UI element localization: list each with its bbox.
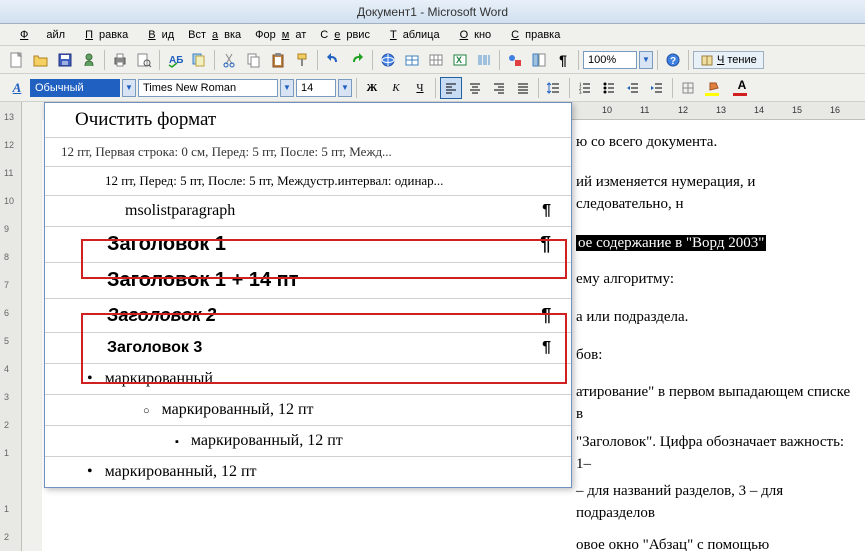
decrease-indent-icon[interactable] [622, 77, 644, 99]
bold-button[interactable]: Ж [361, 77, 383, 99]
styles-task-icon[interactable]: A [6, 77, 28, 99]
insert-table-icon[interactable] [425, 49, 447, 71]
doc-text: бов: [576, 345, 851, 367]
style-bulleted-12pt-sq[interactable]: маркированный, 12 пт [45, 426, 571, 457]
doc-map-icon[interactable] [528, 49, 550, 71]
copy-icon[interactable] [243, 49, 265, 71]
font-combo[interactable]: Times New Roman [138, 79, 278, 97]
undo-icon[interactable] [322, 49, 344, 71]
align-right-icon[interactable] [488, 77, 510, 99]
show-marks-icon[interactable]: ¶ [552, 49, 574, 71]
pilcrow-icon: ¶ [542, 202, 551, 220]
format-painter-icon[interactable] [291, 49, 313, 71]
svg-text:?: ? [670, 56, 676, 67]
numbering-icon[interactable]: 123 [574, 77, 596, 99]
underline-button[interactable]: Ч [409, 77, 431, 99]
style-item[interactable]: 12 пт, Первая строка: 0 см, Перед: 5 пт,… [45, 138, 571, 167]
menu-table[interactable]: Таблица [378, 27, 446, 43]
pilcrow-icon: ¶ [541, 305, 551, 326]
zoom-dropdown-icon[interactable]: ▼ [639, 51, 653, 69]
new-doc-icon[interactable] [6, 49, 28, 71]
open-icon[interactable] [30, 49, 52, 71]
doc-text: а или подраздела. [576, 307, 851, 329]
doc-text: овое окно "Абзац" с помощью контекстного… [576, 535, 851, 551]
menu-insert[interactable]: Вставка [182, 27, 247, 43]
style-bulleted-12pt[interactable]: маркированный, 12 пт [45, 395, 571, 426]
highlight-color-icon[interactable] [701, 77, 727, 99]
redo-icon[interactable] [346, 49, 368, 71]
standard-toolbar: AБ X ¶ 100% ▼ ? Чтение [0, 46, 865, 74]
italic-button[interactable]: К [385, 77, 407, 99]
menu-format[interactable]: Формат [249, 27, 312, 43]
style-msolistparagraph[interactable]: msolistparagraph¶ [45, 196, 571, 227]
window-title: Документ1 - Microsoft Word [357, 5, 508, 19]
doc-text: "Заголовок". Цифра обозначает важность: … [576, 432, 851, 476]
doc-text: – для названий разделов, 3 – для подразд… [576, 481, 851, 525]
bullets-icon[interactable] [598, 77, 620, 99]
increase-indent-icon[interactable] [646, 77, 668, 99]
print-icon[interactable] [109, 49, 131, 71]
menu-bar: Файл Правка Вид Вставка Формат Сервис Та… [0, 24, 865, 46]
title-bar: Документ1 - Microsoft Word [0, 0, 865, 24]
size-dropdown-icon[interactable]: ▼ [338, 79, 352, 97]
spellcheck-icon[interactable]: AБ [164, 49, 186, 71]
formatting-toolbar: A Обычный ▼ Times New Roman ▼ 14 ▼ Ж К Ч… [0, 74, 865, 102]
vertical-ruler: 13 12 11 10 9 8 7 6 5 4 3 2 1 1 2 [0, 102, 22, 551]
align-justify-icon[interactable] [512, 77, 534, 99]
paste-icon[interactable] [267, 49, 289, 71]
style-heading-1-14pt[interactable]: Заголовок 1 + 14 пт [45, 263, 571, 299]
save-icon[interactable] [54, 49, 76, 71]
borders-icon[interactable] [677, 77, 699, 99]
style-heading-3[interactable]: Заголовок 3¶ [45, 333, 571, 364]
zoom-combo[interactable]: 100% [583, 51, 637, 69]
hyperlink-icon[interactable] [377, 49, 399, 71]
columns-icon[interactable] [473, 49, 495, 71]
style-bulleted-12pt-last[interactable]: маркированный, 12 пт [45, 457, 571, 487]
doc-text: ий изменяется нумерация, и следовательно… [576, 172, 851, 216]
doc-text: ое содержание в "Ворд 2003" [576, 233, 851, 255]
help-icon[interactable]: ? [662, 49, 684, 71]
size-combo[interactable]: 14 [296, 79, 336, 97]
reading-button[interactable]: Чтение [693, 51, 764, 69]
cut-icon[interactable] [219, 49, 241, 71]
drawing-icon[interactable] [504, 49, 526, 71]
menu-help[interactable]: Справка [499, 27, 566, 43]
research-icon[interactable] [188, 49, 210, 71]
doc-text: ю со всего документа. [576, 132, 851, 154]
line-spacing-icon[interactable] [543, 77, 565, 99]
font-dropdown-icon[interactable]: ▼ [280, 79, 294, 97]
style-combo[interactable]: Обычный [30, 79, 120, 97]
pilcrow-icon: ¶ [540, 233, 551, 256]
style-bulleted[interactable]: маркированный [45, 364, 571, 395]
menu-file[interactable]: Файл [8, 27, 71, 43]
pilcrow-icon: ¶ [542, 339, 551, 357]
align-center-icon[interactable] [464, 77, 486, 99]
style-item[interactable]: 12 пт, Перед: 5 пт, После: 5 пт, Междуст… [45, 167, 571, 196]
menu-window[interactable]: Окно [448, 27, 498, 43]
permissions-icon[interactable] [78, 49, 100, 71]
print-preview-icon[interactable] [133, 49, 155, 71]
menu-view[interactable]: Вид [136, 27, 180, 43]
svg-text:3: 3 [579, 91, 582, 95]
style-heading-2[interactable]: Заголовок 2¶ [45, 299, 571, 333]
styles-dropdown: Очистить формат 12 пт, Первая строка: 0 … [44, 102, 572, 488]
style-heading-1[interactable]: Заголовок 1¶ [45, 227, 571, 263]
style-dropdown-icon[interactable]: ▼ [122, 79, 136, 97]
tables-borders-icon[interactable] [401, 49, 423, 71]
menu-edit[interactable]: Правка [73, 27, 134, 43]
menu-tools[interactable]: Сервис [314, 27, 376, 43]
excel-icon[interactable]: X [449, 49, 471, 71]
style-clear-format[interactable]: Очистить формат [45, 103, 571, 138]
font-color-icon[interactable]: A [729, 77, 755, 99]
align-left-icon[interactable] [440, 77, 462, 99]
doc-text: атирование" в первом выпадающем списке в [576, 382, 851, 426]
doc-text: ему алгоритму: [576, 269, 851, 291]
svg-text:X: X [456, 55, 462, 65]
